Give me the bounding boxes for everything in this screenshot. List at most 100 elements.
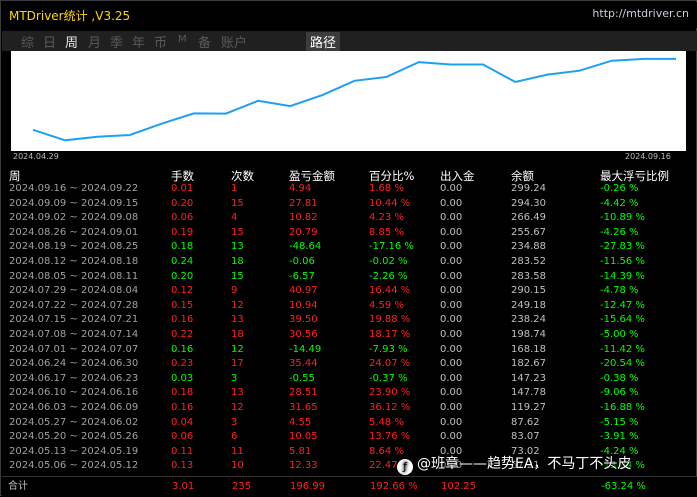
row-lots: 0.23 [171, 358, 194, 370]
row-balance: 238.24 [511, 314, 546, 326]
tab-account[interactable]: 账户 [221, 32, 247, 51]
row-pct: 1.68 % [369, 183, 404, 194]
row-lots: 0.20 [171, 270, 194, 282]
table-row[interactable]: 2024.07.29 ~ 2024.08.04 0.12 9 40.97 16.44 %… [1, 284, 697, 299]
row-count: 11 [231, 445, 244, 457]
row-io: 0.00 [440, 197, 463, 209]
totals-lots: 3.01 [172, 481, 195, 492]
row-balance: 168.18 [511, 343, 546, 355]
row-week-range: 2024.07.22 ~ 2024.07.28 [9, 299, 139, 311]
table-row[interactable]: 2024.08.19 ~ 2024.08.25 0.18 13 -48.64 -17.1… [1, 240, 697, 255]
tab-symbol[interactable]: 币 [154, 32, 167, 51]
row-balance: 87.62 [511, 416, 540, 428]
row-count: 12 [231, 401, 244, 413]
row-pct: -17.16 % [369, 241, 414, 253]
row-max-drawdown: -20.54 % [600, 358, 645, 370]
row-week-range: 2024.06.03 ~ 2024.06.09 [9, 401, 139, 413]
row-lots: 0.16 [171, 314, 194, 326]
table-row[interactable]: 2024.05.27 ~ 2024.06.02 0.04 3 4.55 5.48 % 0.… [1, 416, 697, 431]
tab-magic[interactable]: M [178, 34, 187, 45]
table-row[interactable]: 2024.07.01 ~ 2024.07.07 0.16 12 -14.49 -7.93… [1, 343, 697, 358]
row-max-drawdown: -12.47 % [600, 299, 645, 311]
balance-curve-svg [32, 57, 676, 142]
row-pct: 36.12 % [369, 401, 411, 413]
row-max-drawdown: -14.39 % [600, 270, 645, 282]
tab-week[interactable]: 周 [65, 32, 78, 51]
table-row[interactable]: 2024.06.24 ~ 2024.06.30 0.23 17 35.44 24.07 … [1, 357, 697, 372]
row-week-range: 2024.07.01 ~ 2024.07.07 [9, 343, 139, 355]
table-row[interactable]: 2024.09.09 ~ 2024.09.15 0.20 15 27.81 10.44 … [1, 197, 697, 212]
row-week-range: 2024.08.12 ~ 2024.08.18 [9, 255, 139, 267]
row-pct: -7.93 % [369, 343, 408, 355]
row-io: 0.00 [440, 183, 463, 194]
table-row[interactable]: 2024.06.10 ~ 2024.06.16 0.18 13 28.51 23.90 … [1, 386, 697, 401]
tab-day[interactable]: 日 [43, 32, 56, 51]
table-row[interactable]: 2024.05.20 ~ 2024.05.26 0.06 6 10.05 13.76 %… [1, 430, 697, 445]
row-io: 0.00 [440, 372, 463, 384]
row-week-range: 2024.06.24 ~ 2024.06.30 [9, 358, 139, 370]
row-balance: 249.18 [511, 299, 546, 311]
row-pct: 4.23 % [369, 212, 404, 224]
row-pl: 10.05 [289, 431, 318, 443]
table-row[interactable]: 2024.07.08 ~ 2024.07.14 0.22 18 30.56 18.17 … [1, 328, 697, 343]
row-max-drawdown: -4.78 % [600, 285, 639, 297]
table-row[interactable]: 2024.06.17 ~ 2024.06.23 0.03 3 -0.55 -0.37 %… [1, 372, 697, 387]
row-week-range: 2024.08.19 ~ 2024.08.25 [9, 241, 139, 253]
row-lots: 0.11 [171, 445, 194, 457]
row-pct: 10.44 % [369, 197, 411, 209]
row-pct: 23.90 % [369, 387, 411, 399]
row-count: 13 [231, 314, 244, 326]
tab-quarter[interactable]: 季 [110, 32, 123, 51]
totals-io: 102.25 [441, 481, 476, 492]
row-io: 0.00 [440, 431, 463, 443]
row-lots: 0.01 [171, 183, 194, 194]
tab-route[interactable]: 路径 [306, 32, 341, 51]
table-row[interactable]: 2024.08.05 ~ 2024.08.11 0.20 15 -6.57 -2.26 … [1, 270, 697, 285]
row-count: 13 [231, 387, 244, 399]
table-row[interactable]: 2024.06.03 ~ 2024.06.09 0.16 12 31.65 36.12 … [1, 401, 697, 416]
table-row[interactable]: 2024.09.16 ~ 2024.09.22 0.01 1 4.94 1.68 % 0.… [1, 182, 697, 197]
row-pl: 12.33 [289, 460, 318, 472]
watermark-text: @班章——趋势EA，不马丁不头皮 [417, 456, 632, 472]
row-lots: 0.16 [171, 343, 194, 355]
website-link[interactable]: http://mtdriver.cn [592, 7, 689, 20]
row-count: 18 [231, 328, 244, 340]
row-balance: 255.67 [511, 226, 546, 238]
tab-overview[interactable]: 综 [21, 32, 34, 51]
app-title: MTDriver统计 ,V3.25 [9, 9, 131, 23]
row-week-range: 2024.07.08 ~ 2024.07.14 [9, 328, 139, 340]
tab-year[interactable]: 年 [132, 32, 145, 51]
row-max-drawdown: -0.38 % [600, 372, 639, 384]
row-pct: 18.17 % [369, 328, 411, 340]
totals-pct: 192.66 % [370, 481, 418, 492]
row-io: 0.00 [440, 314, 463, 326]
row-balance: 266.49 [511, 212, 546, 224]
row-max-drawdown: -5.00 % [600, 328, 639, 340]
col-balance: 余额 [511, 169, 534, 183]
table-row[interactable]: 2024.07.22 ~ 2024.07.28 0.15 12 10.94 4.59 %… [1, 299, 697, 314]
row-balance: 294.30 [511, 197, 546, 209]
row-io: 0.00 [440, 387, 463, 399]
row-balance: 147.78 [511, 387, 546, 399]
row-balance: 234.88 [511, 241, 546, 253]
row-lots: 0.20 [171, 197, 194, 209]
row-pl: -14.49 [289, 343, 322, 355]
row-lots: 0.16 [171, 401, 194, 413]
tab-notes[interactable]: 备 [198, 32, 211, 51]
row-week-range: 2024.07.29 ~ 2024.08.04 [9, 285, 139, 297]
row-count: 13 [231, 241, 244, 253]
table-row[interactable]: 2024.07.15 ~ 2024.07.21 0.16 13 39.50 19.88 … [1, 313, 697, 328]
row-pct: -0.37 % [369, 372, 408, 384]
row-pl: 4.55 [289, 416, 312, 428]
tab-month[interactable]: 月 [88, 32, 101, 51]
row-max-drawdown: -15.64 % [600, 314, 645, 326]
table-row[interactable]: 2024.08.26 ~ 2024.09.01 0.19 15 20.79 8.85 %… [1, 226, 697, 241]
row-pl: -48.64 [289, 241, 322, 253]
row-max-drawdown: -27.83 % [600, 241, 645, 253]
balance-curve-chart [11, 51, 686, 151]
table-row[interactable]: 2024.09.02 ~ 2024.09.08 0.06 4 10.82 4.23 % 0… [1, 211, 697, 226]
row-io: 0.00 [440, 343, 463, 355]
table-row[interactable]: 2024.08.12 ~ 2024.08.18 0.24 18 -0.06 -0.02 … [1, 255, 697, 270]
totals-count: 235 [232, 481, 252, 492]
row-pl: 10.82 [289, 212, 318, 224]
